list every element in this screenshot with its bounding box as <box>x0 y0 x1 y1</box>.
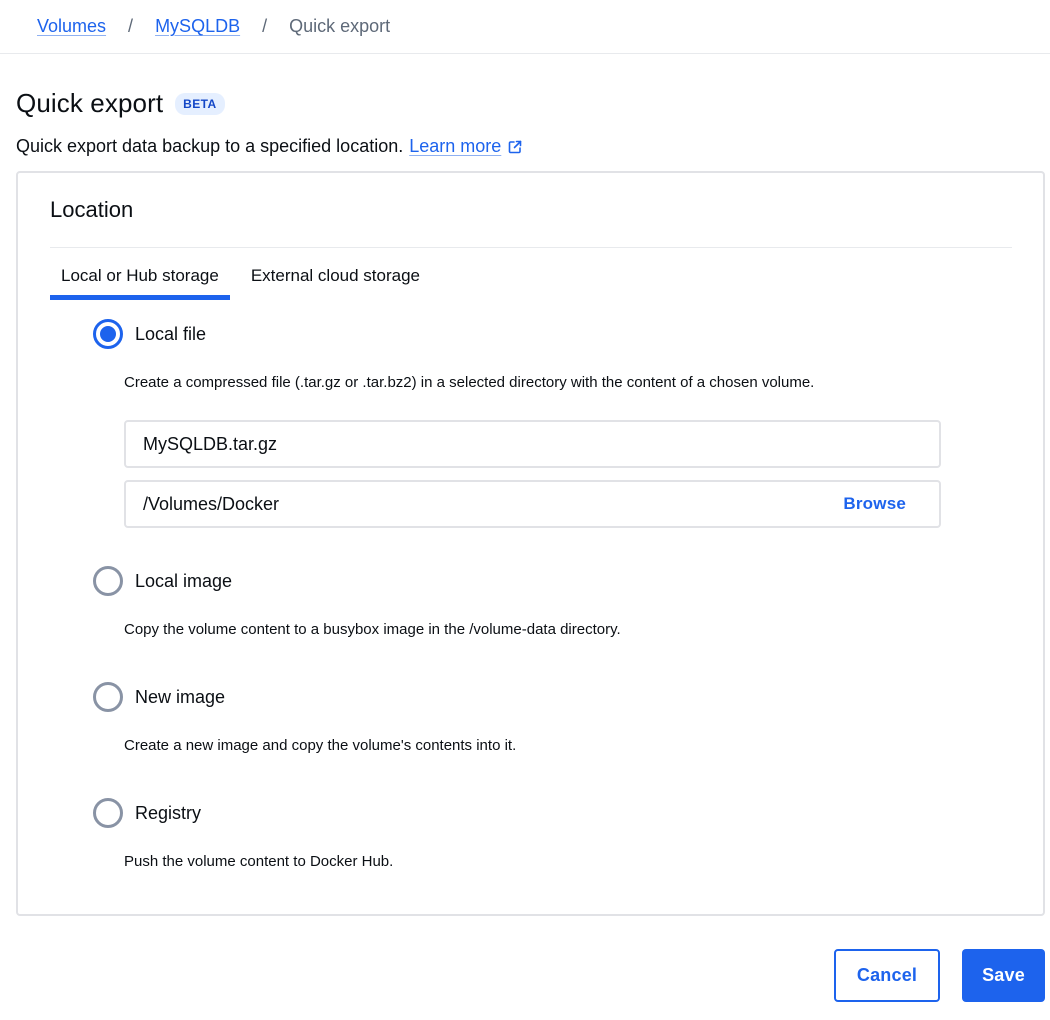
breadcrumb-separator: / <box>262 16 268 36</box>
location-card: Location Local or Hub storage External c… <box>16 171 1045 916</box>
local-file-radio[interactable] <box>93 319 123 349</box>
breadcrumb: Volumes / MySQLDB / Quick export <box>0 0 1050 54</box>
directory-input[interactable] <box>143 493 844 515</box>
option-local-file[interactable]: Local file <box>93 319 206 349</box>
learn-more-link[interactable]: Learn more <box>409 136 501 157</box>
tab-local-or-hub-storage[interactable]: Local or Hub storage <box>50 261 230 300</box>
option-local-image[interactable]: Local image <box>93 566 232 596</box>
breadcrumb-separator: / <box>128 16 134 36</box>
subtitle-text: Quick export data backup to a specified … <box>16 136 404 156</box>
page-header: Quick export BETA <box>16 88 225 119</box>
breadcrumb-mysqldb-link[interactable]: MySQLDB <box>155 16 240 37</box>
cancel-button[interactable]: Cancel <box>834 949 940 1002</box>
option-registry[interactable]: Registry <box>93 798 201 828</box>
new-image-label[interactable]: New image <box>135 687 225 708</box>
breadcrumb-current: Quick export <box>289 16 391 36</box>
location-title: Location <box>50 197 134 222</box>
registry-label[interactable]: Registry <box>135 803 201 824</box>
directory-field[interactable]: Browse <box>124 480 941 528</box>
local-image-label[interactable]: Local image <box>135 571 232 592</box>
save-button[interactable]: Save <box>962 949 1045 1002</box>
divider <box>50 247 1012 248</box>
local-image-description: Copy the volume content to a busybox ima… <box>124 621 621 638</box>
radio-dot <box>100 326 116 342</box>
page-title: Quick export <box>16 88 164 118</box>
registry-description: Push the volume content to Docker Hub. <box>124 853 394 870</box>
new-image-description: Create a new image and copy the volume's… <box>124 737 517 754</box>
tab-external-cloud-storage[interactable]: External cloud storage <box>240 261 431 298</box>
new-image-radio[interactable] <box>93 682 123 712</box>
breadcrumb-volumes-link[interactable]: Volumes <box>37 16 106 37</box>
local-image-radio[interactable] <box>93 566 123 596</box>
storage-tabs: Local or Hub storage External cloud stor… <box>50 261 431 300</box>
browse-button[interactable]: Browse <box>843 494 906 514</box>
external-link-icon[interactable] <box>507 139 523 155</box>
local-file-label[interactable]: Local file <box>135 324 206 345</box>
option-new-image[interactable]: New image <box>93 682 225 712</box>
registry-radio[interactable] <box>93 798 123 828</box>
file-name-input[interactable] <box>143 433 939 455</box>
file-name-field[interactable] <box>124 420 941 468</box>
beta-badge: BETA <box>175 92 225 115</box>
local-file-description: Create a compressed file (.tar.gz or .ta… <box>124 374 815 391</box>
page-subtitle: Quick export data backup to a specified … <box>16 136 523 157</box>
